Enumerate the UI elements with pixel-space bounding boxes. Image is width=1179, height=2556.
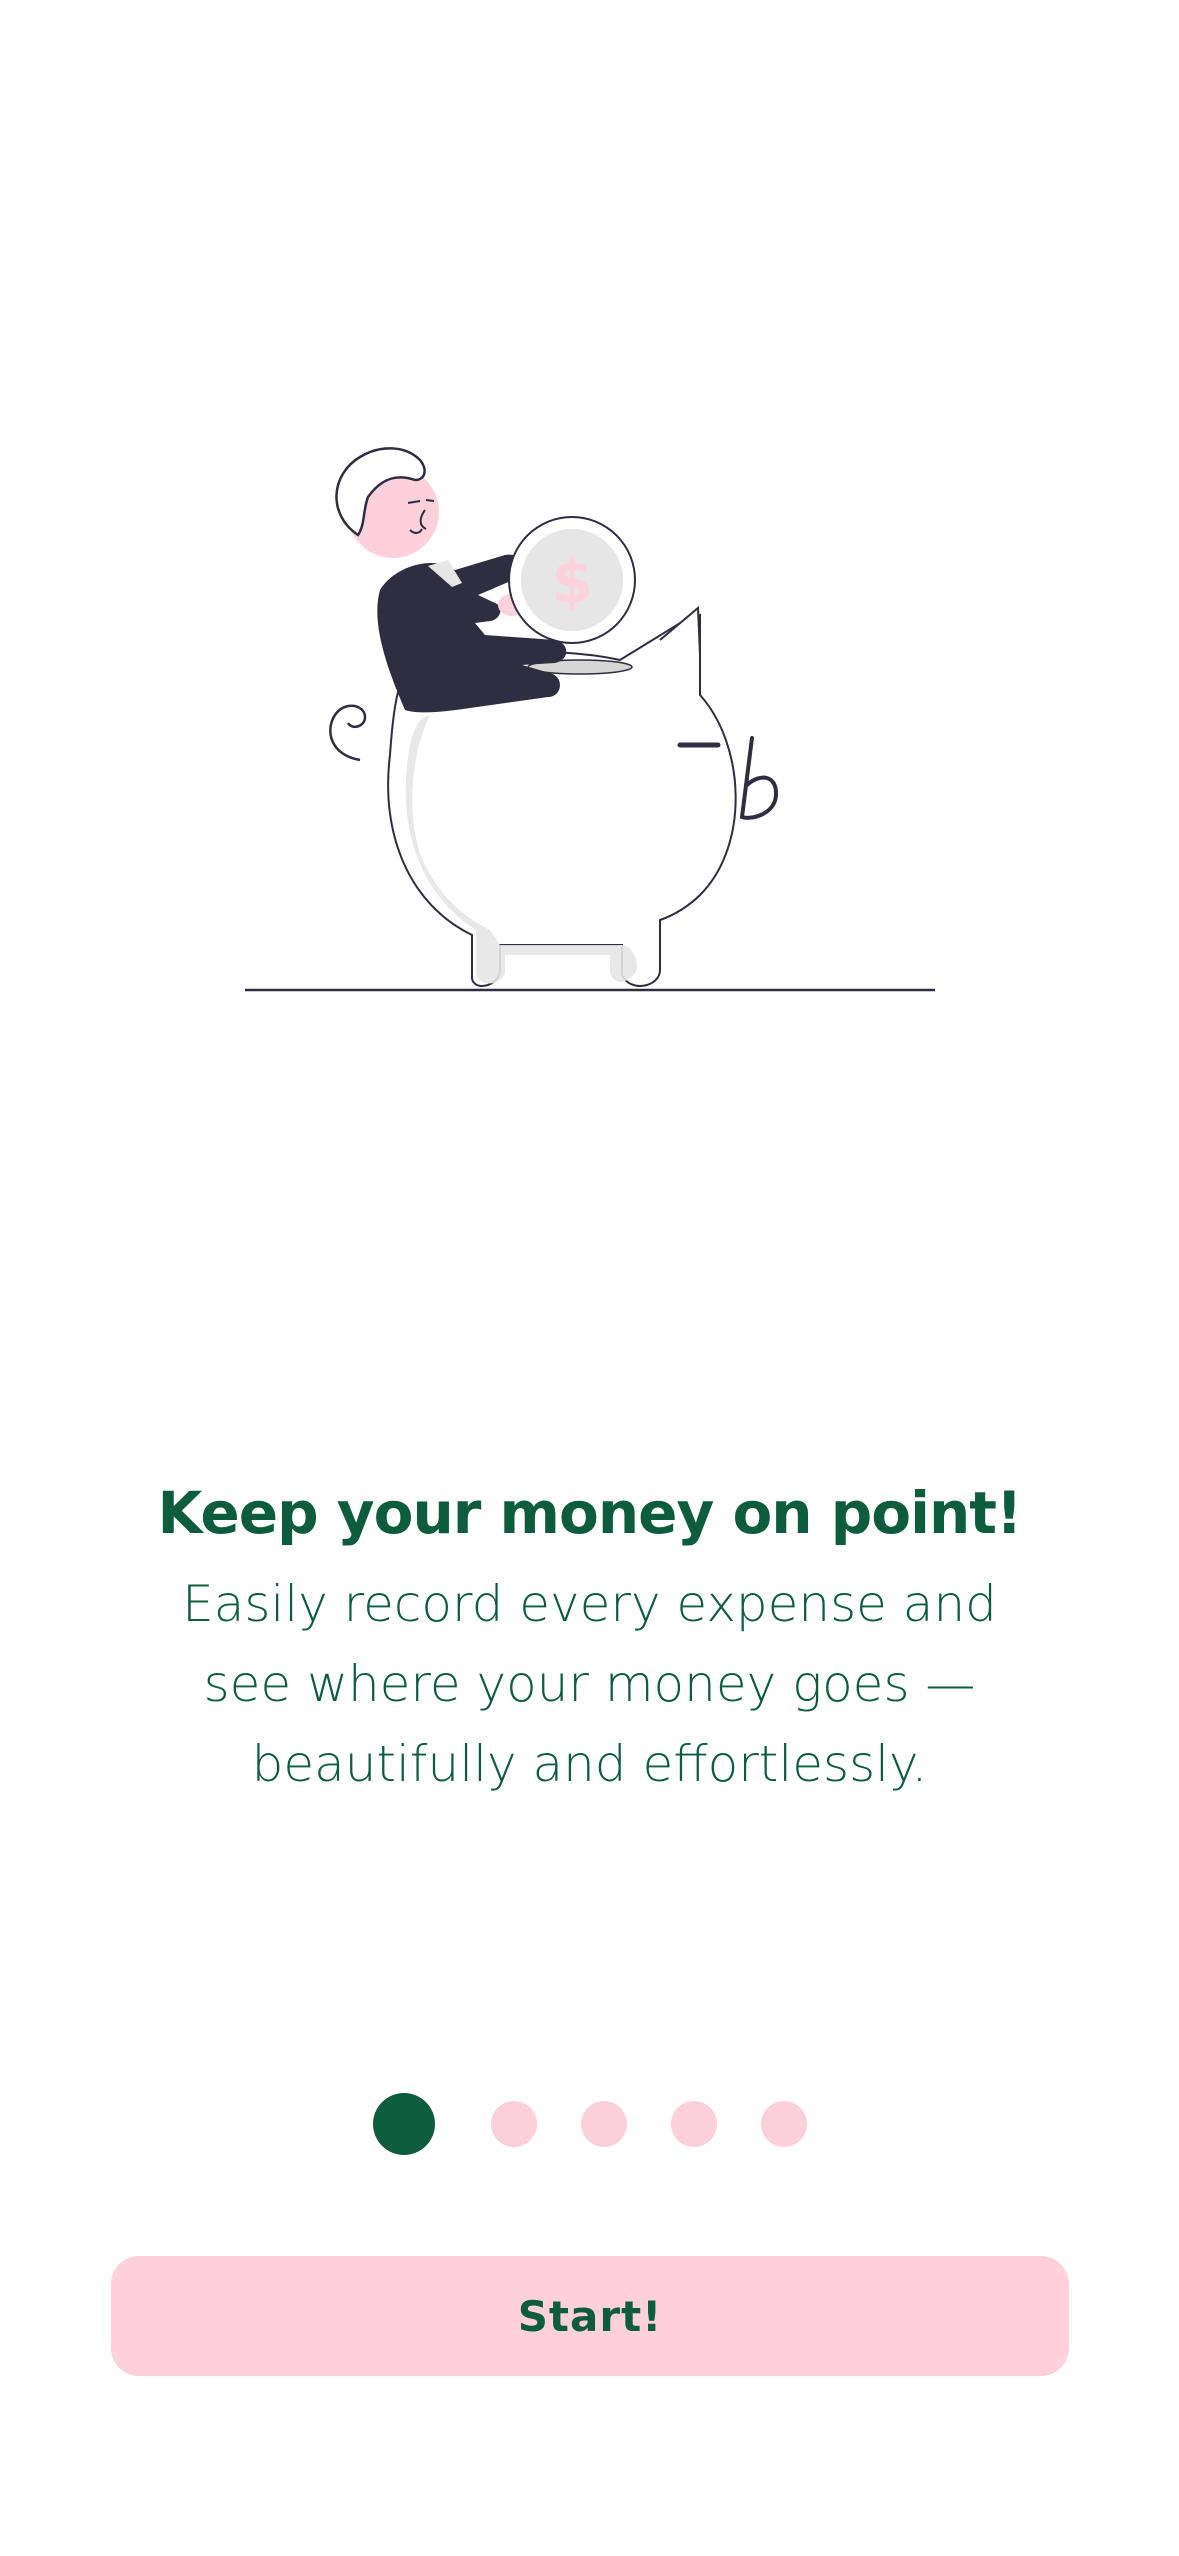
- page-dot[interactable]: [490, 2101, 537, 2147]
- onboarding-subtitle: Easily record every expense and see wher…: [182, 1575, 997, 1793]
- page-dot[interactable]: [670, 2101, 717, 2147]
- start-button[interactable]: Start!: [111, 2256, 1069, 2376]
- page-dot[interactable]: [760, 2101, 807, 2147]
- piggy-bank-illustration: $: [230, 425, 950, 1000]
- coin-dollar-symbol: $: [551, 547, 593, 617]
- onboarding-headline: Keep your money on point!: [157, 1479, 1022, 1547]
- page-indicator: [0, 2093, 1179, 2155]
- onboarding-text: Keep your money on point! Easily record …: [60, 1472, 1119, 1804]
- page-dot[interactable]: [580, 2101, 627, 2147]
- page-dot-active[interactable]: [372, 2093, 435, 2155]
